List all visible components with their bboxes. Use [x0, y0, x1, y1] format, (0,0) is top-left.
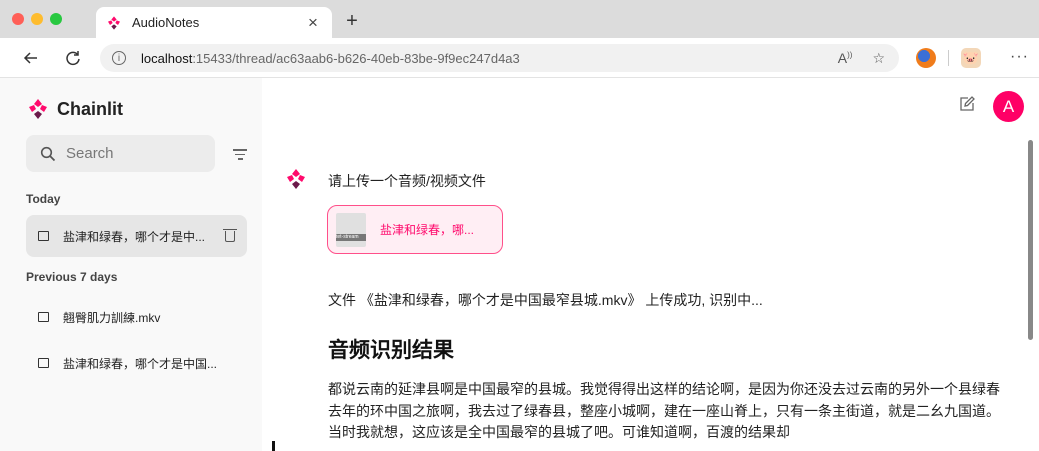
- assistant-avatar-icon: [287, 169, 305, 189]
- new-tab-button[interactable]: +: [342, 10, 362, 33]
- thread-item[interactable]: 盐津和绿春，哪个才是中...: [26, 215, 247, 257]
- thread-item[interactable]: 翹臀肌力訓練.mkv: [26, 296, 247, 338]
- pig-extension-icon[interactable]: 🐷: [961, 48, 981, 68]
- zoom-window-button[interactable]: [50, 13, 62, 25]
- toolbar-divider: [948, 50, 949, 66]
- chat-icon: [38, 358, 49, 368]
- search-icon: [40, 146, 56, 161]
- tab-strip: AudioNotes × +: [0, 0, 1039, 38]
- back-arrow-icon[interactable]: [20, 47, 42, 69]
- sidebar: Chainlit Today 盐津和绿春，哪个才是中... Previous 7…: [0, 78, 262, 451]
- info-icon[interactable]: i: [112, 51, 126, 65]
- section-title-today: Today: [26, 192, 61, 206]
- more-icon[interactable]: ···: [1010, 48, 1029, 66]
- search-input[interactable]: [66, 145, 196, 162]
- assistant-prompt: 请上传一个音频/视频文件: [328, 173, 486, 189]
- favorite-star-icon[interactable]: ☆: [872, 50, 885, 67]
- browser-tab[interactable]: AudioNotes ×: [96, 7, 332, 38]
- scrollbar[interactable]: [1028, 140, 1033, 340]
- user-avatar[interactable]: A: [993, 91, 1024, 122]
- search-box[interactable]: [26, 135, 215, 172]
- thread-label: 翹臀肌力訓練.mkv: [63, 310, 161, 325]
- url-path: :15433/thread/ac63aab6-b626-40eb-83be-9f…: [192, 50, 520, 66]
- new-chat-edit-icon[interactable]: [959, 96, 975, 112]
- uploaded-file-card[interactable]: tet-stream 盐津和绿春，哪...: [327, 205, 503, 254]
- transcript-text: 都说云南的延津县啊是中国最窄的县城。我觉得得出这样的结论啊，是因为你还没去过云南…: [328, 381, 1000, 440]
- thread-label: 盐津和绿春，哪个才是中国...: [63, 356, 218, 371]
- minimize-window-button[interactable]: [31, 13, 43, 25]
- file-name: 盐津和绿春，哪...: [380, 223, 475, 237]
- navigation-bar: i localhost:15433/thread/ac63aab6-b626-4…: [0, 38, 1039, 78]
- address-bar[interactable]: i localhost:15433/thread/ac63aab6-b626-4…: [100, 44, 899, 72]
- section-title-previous: Previous 7 days: [26, 270, 118, 284]
- tab-title: AudioNotes: [132, 15, 200, 30]
- chat-icon: [38, 231, 49, 241]
- chat-icon: [38, 312, 49, 322]
- result-heading: 音频识别结果: [328, 339, 454, 362]
- logo: Chainlit: [26, 97, 123, 121]
- url-host: localhost: [141, 50, 193, 66]
- chainlit-logo-icon: [29, 99, 47, 119]
- close-window-button[interactable]: [12, 13, 24, 25]
- filter-icon[interactable]: [233, 149, 247, 163]
- text-cursor: [272, 441, 275, 451]
- file-icon: tet-stream: [336, 212, 366, 247]
- extension-icon[interactable]: [916, 48, 936, 68]
- logo-text: Chainlit: [57, 98, 123, 119]
- tab-close-icon[interactable]: ×: [304, 13, 322, 33]
- main-panel: A 请上传一个音频/视频文件 tet-stream 盐津和绿春，哪... 文件 …: [262, 78, 1039, 451]
- chainlit-favicon-icon: [108, 15, 120, 30]
- thread-label: 盐津和绿春，哪个才是中...: [63, 229, 206, 244]
- trash-icon[interactable]: [223, 228, 237, 242]
- upload-status: 文件 《盐津和绿春，哪个才是中国最窄县城.mkv》 上传成功, 识别中...: [328, 292, 763, 308]
- file-thumb-label: tet-stream: [336, 233, 366, 241]
- thread-item[interactable]: 盐津和绿春，哪个才是中国...: [26, 342, 247, 384]
- reload-icon[interactable]: [62, 47, 84, 69]
- read-aloud-icon[interactable]: A)): [838, 50, 853, 67]
